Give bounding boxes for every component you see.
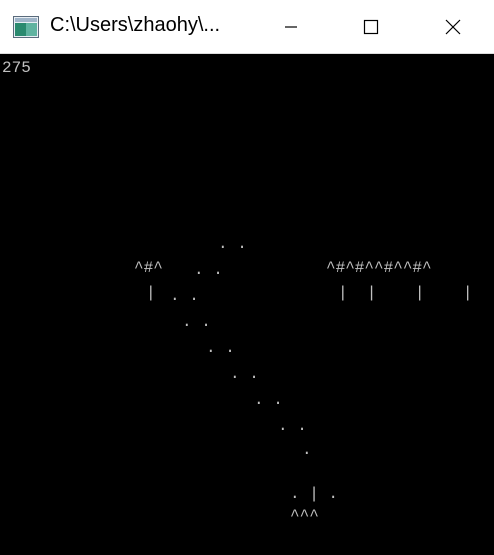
trail-dot: . . xyxy=(206,339,235,357)
close-icon xyxy=(445,19,461,35)
trail-dot: . . xyxy=(218,235,247,253)
obstacle-right-top: ^#^#^^#^^#^ xyxy=(326,259,432,277)
score-text: 275 xyxy=(2,59,31,77)
maximize-button[interactable] xyxy=(331,0,411,54)
trail-dot: . . xyxy=(230,365,259,383)
trail-dot: . . xyxy=(170,287,199,305)
minimize-icon xyxy=(285,26,297,28)
console-output: 275 ^#^ | ^#^#^^#^^#^ | | | | . . . . . … xyxy=(0,54,494,555)
title-bar[interactable]: C:\Users\zhaohy\... xyxy=(0,0,494,54)
player-body: . | . xyxy=(290,485,339,503)
trail-dot: . . xyxy=(278,417,307,435)
trail-dot: . . xyxy=(254,391,283,409)
close-button[interactable] xyxy=(412,0,494,54)
console-app-icon xyxy=(13,16,39,38)
player-base: ^^^ xyxy=(290,507,319,525)
obstacle-left-post: | xyxy=(146,284,156,302)
obstacle-left-top: ^#^ xyxy=(134,259,163,277)
trail-dot: . . xyxy=(182,313,211,331)
console-window: C:\Users\zhaohy\... 275 ^#^ | ^#^#^^#^^#… xyxy=(0,0,494,555)
minimize-button[interactable] xyxy=(251,0,331,54)
maximize-icon xyxy=(363,19,379,35)
window-title: C:\Users\zhaohy\... xyxy=(50,14,221,36)
trail-dot: . . xyxy=(194,261,223,279)
obstacle-right-posts: | | | | xyxy=(338,284,473,302)
trail-dot: . xyxy=(302,441,312,459)
